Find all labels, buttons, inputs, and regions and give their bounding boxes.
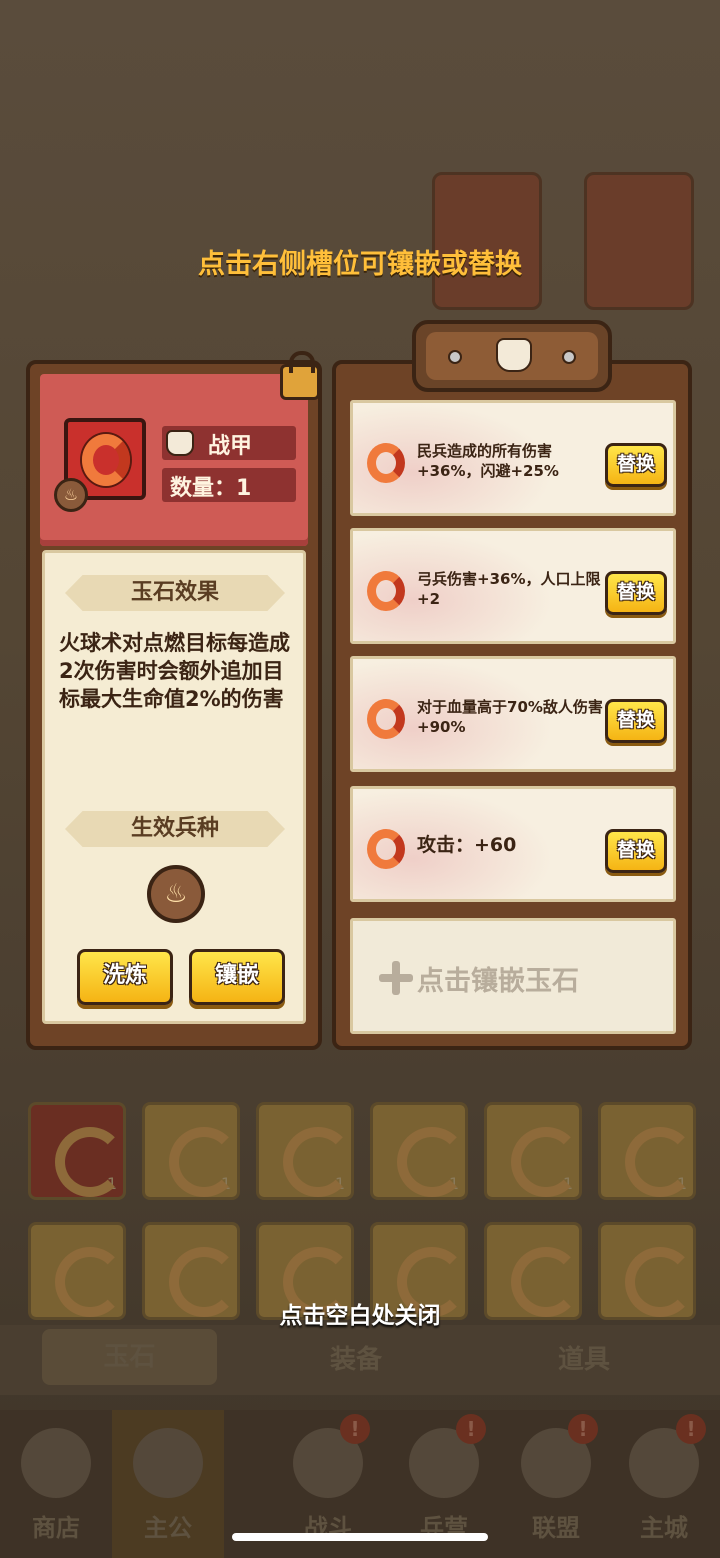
alert-icon: ! [676,1414,706,1444]
lord-icon [133,1428,203,1498]
inlay-slot-2[interactable]: 弓兵伤害+36%，人口上限+2 替换 [350,528,676,644]
plus-icon [379,961,413,995]
fire-gem-icon [82,434,130,486]
lock-icon[interactable] [280,351,320,400]
inlay-button[interactable]: 镶嵌 [189,949,285,1005]
nav-main-city: ! 主城 [608,1410,720,1558]
unit-title: 生效兵种 [65,811,285,847]
armor-icon [166,430,194,456]
fire-gem-icon [367,829,405,869]
refine-button[interactable]: 洗炼 [77,949,173,1005]
armor-plaque [412,320,612,392]
gem-quantity: 数量：1 [170,476,252,501]
slot-effect-text: 攻击：+60 [417,834,517,856]
bg-gem-slot: 1 [370,1102,468,1200]
replace-button[interactable]: 替换 [605,571,667,615]
replace-button[interactable]: 替换 [605,443,667,487]
close-hint[interactable]: 点击空白处关闭 [0,1296,720,1330]
gem-quantity-row: 数量：1 [162,468,296,502]
bg-tab-items: 道具 [558,1345,611,1375]
inlay-slot-4[interactable]: 攻击：+60 替换 [350,786,676,902]
fire-gem-icon [367,443,405,483]
replace-button[interactable]: 替换 [605,699,667,743]
bg-gem-slot: 1 [598,1102,696,1200]
bg-tab-equipment: 装备 [330,1345,383,1375]
bg-item-card [432,172,542,310]
gem-header: ♨ 战甲 数量：1 [40,351,320,546]
home-indicator[interactable] [232,1533,488,1541]
instruction-hint: 点击右侧槽位可镶嵌或替换 [198,249,522,280]
bg-gem-slot: 1 [142,1102,240,1200]
effect-description: 火球术对点燃目标每造成2次伤害时会额外追加目标最大生命值2%的伤害 [59,631,290,711]
fire-gem-icon [367,699,405,739]
armor-icon [496,338,532,372]
fire-element-icon: ♨ [54,478,88,512]
slot-effect-text: 对于血量高于70%敌人伤害+90% [417,698,603,736]
effect-title: 玉石效果 [65,575,285,611]
rivet [448,350,462,364]
fire-unit-icon: ♨ [147,865,205,923]
nav-shop: 商店 [0,1410,112,1558]
gem-detail-panel: ♨ 战甲 数量：1 玉石效果 火球术对点燃目标每造成2次伤害时会额外追加目标最大… [26,351,322,1050]
bg-tab-gems: 玉石 [42,1329,217,1385]
gem-name: 战甲 [208,434,253,459]
gem-portrait: ♨ [54,418,146,512]
nav-label: 主公 [144,1514,192,1542]
nav-lord: 主公 [112,1410,224,1558]
bg-item-card [584,172,694,310]
rivet [562,350,576,364]
bg-gem-slot: 1 [28,1102,126,1200]
fire-gem-icon [367,571,405,611]
shop-icon [21,1428,91,1498]
nav-label: 商店 [32,1514,80,1542]
alert-icon: ! [456,1414,486,1444]
empty-slot-label: 点击镶嵌玉石 [417,966,579,997]
inlay-slot-3[interactable]: 对于血量高于70%敌人伤害+90% 替换 [350,656,676,772]
slot-effect-text: 民兵造成的所有伤害+36%，闪避+25% [417,442,559,480]
bg-inventory-tabs: 玉石 装备 道具 [0,1325,720,1395]
inlay-slots-panel: 民兵造成的所有伤害+36%，闪避+25% 替换 弓兵伤害+36%，人口上限+2 … [332,320,692,1050]
gem-name-row: 战甲 [162,426,296,460]
inlay-slot-1[interactable]: 民兵造成的所有伤害+36%，闪避+25% 替换 [350,400,676,516]
nav-label: 主城 [640,1514,688,1542]
slot-effect-text: 弓兵伤害+36%，人口上限+2 [417,570,601,608]
gem-effect-body: 玉石效果 火球术对点燃目标每造成2次伤害时会额外追加目标最大生命值2%的伤害 生… [42,550,306,1024]
alert-icon: ! [568,1414,598,1444]
bg-gem-slot: 1 [256,1102,354,1200]
alert-icon: ! [340,1414,370,1444]
empty-inlay-slot[interactable]: 点击镶嵌玉石 [350,918,676,1034]
plaque-inner [426,332,598,380]
replace-button[interactable]: 替换 [605,829,667,873]
nav-label: 联盟 [532,1514,580,1542]
bg-gem-slot: 1 [484,1102,582,1200]
nav-alliance: ! 联盟 [500,1410,612,1558]
